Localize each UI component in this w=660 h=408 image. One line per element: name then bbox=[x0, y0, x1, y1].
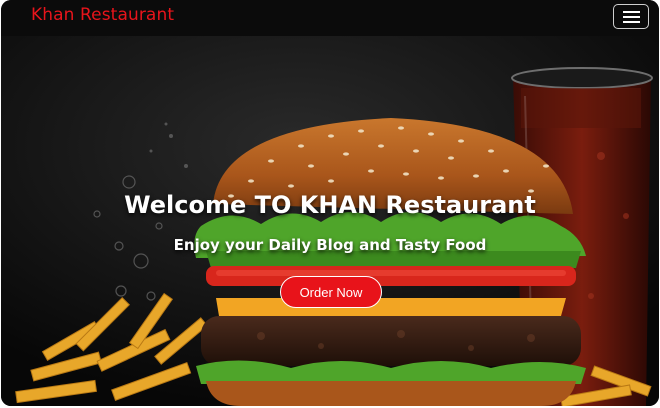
hero-title: Welcome TO KHAN Restaurant bbox=[124, 191, 536, 219]
hero-section: Welcome TO KHAN Restaurant Enjoy your Da… bbox=[1, 36, 659, 406]
navbar: Khan Restaurant bbox=[1, 0, 659, 36]
brand-link[interactable]: Khan Restaurant bbox=[31, 5, 174, 25]
hamburger-line-bottom bbox=[623, 21, 640, 23]
order-now-button[interactable]: Order Now bbox=[280, 276, 382, 308]
hamburger-line-middle bbox=[623, 16, 640, 18]
hamburger-menu-button[interactable] bbox=[613, 4, 649, 29]
hamburger-line-top bbox=[623, 11, 640, 13]
hero-subtitle: Enjoy your Daily Blog and Tasty Food bbox=[173, 236, 487, 254]
page-frame: Khan Restaurant Welcome TO KHAN Restaura… bbox=[1, 0, 659, 406]
hero-caption: Welcome TO KHAN Restaurant Enjoy your Da… bbox=[1, 36, 659, 406]
